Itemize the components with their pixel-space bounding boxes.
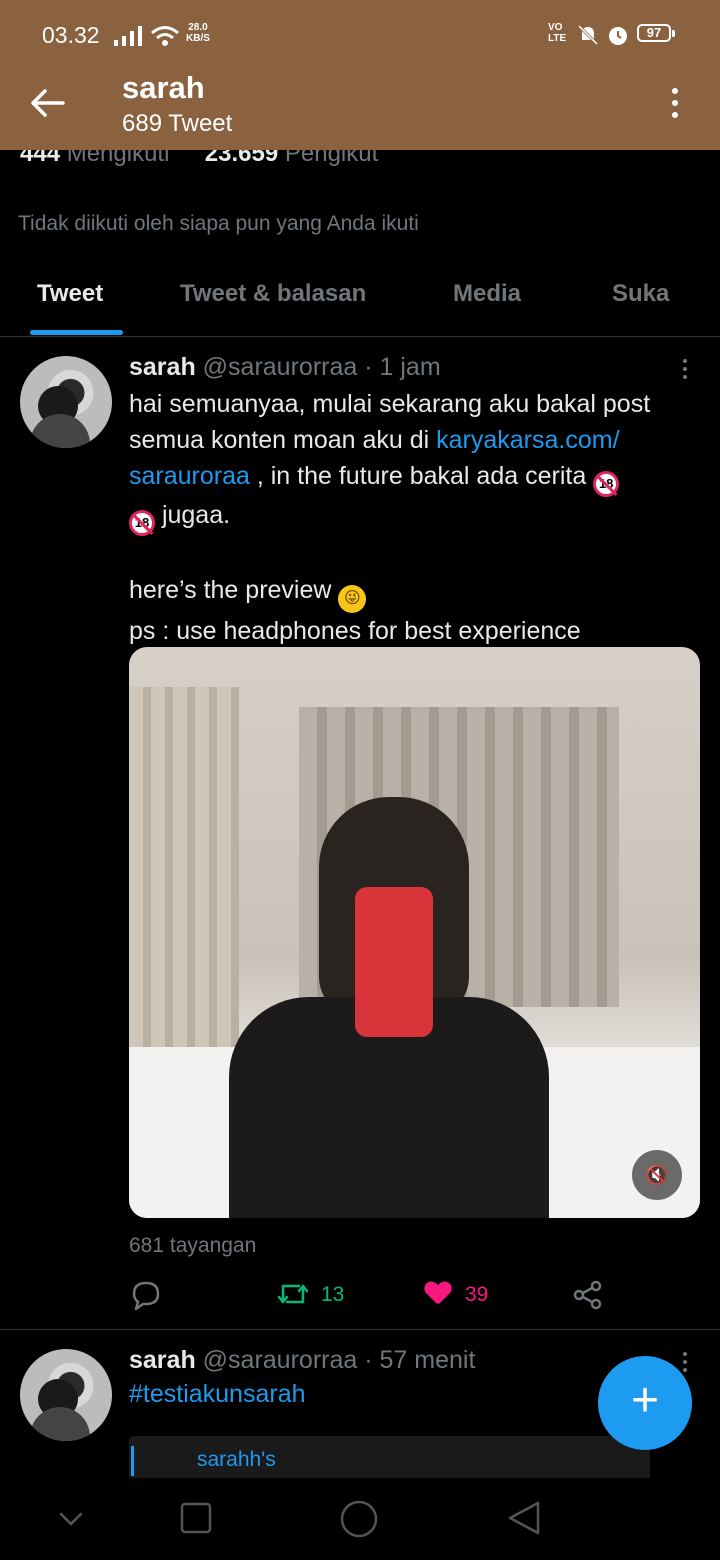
tweet-text-segment: jugaa. [155, 501, 231, 529]
signal-icon [114, 26, 142, 46]
volte-indicator: VO LTE [548, 22, 566, 44]
tweet-line: hai semuanyaa, mulai sekarang aku bakal … [129, 390, 651, 418]
back-nav-icon[interactable] [506, 1500, 542, 1536]
tweet-hashtag[interactable]: #testiakunsarah [129, 1380, 306, 1409]
app-header: 03.32 28.0 KB/S VO LTE 97 sarah 689 Twee… [0, 0, 720, 150]
winking-tongue-emoji-icon: 😜 [338, 585, 367, 613]
avatar[interactable] [20, 356, 112, 448]
net-speed: 28.0 KB/S [186, 22, 210, 44]
volte-text: VO [548, 22, 563, 33]
tweet-divider [0, 1329, 720, 1330]
tweet-time[interactable]: 57 menit [380, 1346, 476, 1374]
avatar[interactable] [20, 1349, 112, 1441]
tweet-link[interactable]: karyakarsa.com/ [436, 426, 619, 454]
reply-icon[interactable] [131, 1280, 161, 1310]
tweet-author-handle[interactable]: @saraurorraa [203, 353, 358, 381]
tweet-media-video[interactable]: 🔇 [129, 647, 700, 1218]
tweet-text-segment: , in the future bakal ada cerita [249, 462, 594, 490]
tweet-author-name[interactable]: sarah [129, 1346, 196, 1374]
preview-accent-bar [131, 1446, 134, 1476]
alarm-icon [609, 27, 627, 45]
not-followed-text: Tidak diikuti oleh siapa pun yang Anda i… [18, 212, 419, 235]
recent-apps-icon[interactable] [180, 1502, 212, 1534]
status-time: 03.32 [42, 22, 100, 48]
lte-text: LTE [548, 33, 567, 44]
tweet-view-count: 681 tayangan [129, 1234, 257, 1257]
tweet-text-segment: semua konten moan aku di [129, 426, 437, 454]
tab-tweet-replies[interactable]: Tweet & balasan [180, 280, 366, 308]
system-nav-bar [0, 1478, 720, 1560]
tweet-separator: · [364, 353, 373, 381]
tweet-author-name[interactable]: sarah [129, 353, 196, 381]
more-options-icon[interactable] [672, 88, 678, 122]
like-button[interactable]: 39 [425, 1278, 488, 1312]
tweet-author-handle[interactable]: @saraurorraa [203, 1346, 358, 1374]
video-mute-icon[interactable]: 🔇 [632, 1150, 682, 1200]
heart-icon [425, 1282, 451, 1306]
tweet-separator: · [364, 1346, 373, 1374]
tweet-link-continued[interactable]: sarauroraa [129, 462, 250, 490]
tweet-line: semua konten moan aku di karyakarsa.com/ [129, 422, 689, 458]
tweet-text-segment: here’s the preview [129, 576, 332, 604]
battery-indicator: 97 [637, 24, 671, 42]
tab-media[interactable]: Media [453, 280, 521, 308]
wifi-icon [151, 26, 179, 46]
battery-tip [672, 30, 675, 37]
net-speed-value: 28.0 [188, 22, 208, 33]
tweet-line: ps : use headphones for best experience [129, 617, 581, 645]
tab-likes[interactable]: Suka [612, 280, 669, 308]
tweet-line: here’s the preview 😜 [129, 572, 689, 613]
preview-text: sarahh's [197, 1448, 276, 1471]
home-icon[interactable] [340, 1500, 378, 1538]
share-icon[interactable] [573, 1280, 603, 1310]
like-count: 39 [465, 1283, 489, 1306]
tweet-more-icon[interactable] [683, 1352, 689, 1376]
status-bar: 03.32 28.0 KB/S VO LTE 97 [0, 0, 720, 70]
retweet-count: 13 [321, 1283, 345, 1306]
no-under-18-emoji-icon: 18 [593, 471, 620, 497]
tweet-header: sarah @saraurorraa · 1 jam [129, 353, 441, 382]
tweet-actions: 13 39 [129, 1278, 709, 1314]
tweet-line: 18 jugaa. [129, 497, 689, 536]
media-person [229, 797, 549, 1218]
tweet-text: hai semuanyaa, mulai sekarang aku bakal … [129, 386, 689, 649]
tweet-more-icon[interactable] [683, 359, 689, 383]
retweet-button[interactable]: 13 [277, 1278, 344, 1312]
profile-tweet-count: 689 Tweet [122, 110, 233, 137]
profile-title-name: sarah [122, 70, 205, 105]
tweet-header: sarah @saraurorraa · 57 menit [129, 1346, 475, 1375]
profile-tabs: Tweet Tweet & balasan Media Suka [0, 262, 720, 337]
mute-notification-icon [577, 24, 599, 46]
active-tab-indicator [30, 330, 123, 335]
back-arrow-icon[interactable] [30, 88, 66, 118]
no-under-18-emoji-icon: 18 [129, 510, 155, 536]
net-speed-unit: KB/S [186, 33, 210, 44]
tweet-media-preview[interactable]: sarahh's [129, 1436, 650, 1480]
tweet-time[interactable]: 1 jam [380, 353, 441, 381]
hide-keyboard-icon[interactable] [58, 1510, 84, 1528]
retweet-icon [277, 1284, 309, 1304]
compose-tweet-button[interactable]: + [598, 1356, 692, 1450]
tweet-line: sarauroraa , in the future bakal ada cer… [129, 458, 689, 497]
tab-tweet[interactable]: Tweet [37, 280, 103, 308]
